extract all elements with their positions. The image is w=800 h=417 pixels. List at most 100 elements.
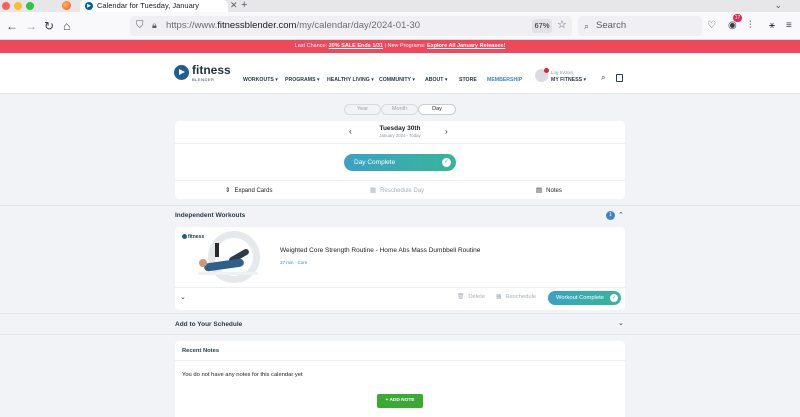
workout-complete-button[interactable]: Workout Complete ✓ (548, 291, 621, 305)
firefox-view-icon[interactable] (62, 1, 71, 10)
day-complete-label: Day Complete (354, 159, 396, 166)
tab-close-icon[interactable]: ✕ (230, 0, 238, 11)
url-text[interactable]: https://www.fitnessblender.com/my/calend… (166, 20, 420, 32)
thumb-dumbbell (215, 243, 219, 257)
divider (0, 313, 800, 314)
divider (175, 180, 625, 181)
collapse-chevron-up-icon[interactable]: ⌃ (618, 211, 624, 219)
tab-list-chevron-icon[interactable]: ⌄ (774, 0, 782, 11)
forward-arrow-icon[interactable]: → (25, 19, 37, 33)
nav-about[interactable]: ABOUT ▾ (425, 77, 448, 83)
more-tools-icon[interactable]: ⫶ (749, 20, 752, 32)
divider (175, 287, 625, 288)
reschedule-day-label: Reschedule Day (380, 188, 425, 194)
nav-programs[interactable]: PROGRAMS ▾ (285, 77, 320, 83)
divider (175, 360, 625, 361)
login-hint[interactable]: Log In/Join (551, 70, 573, 75)
no-notes-message: You do not have any notes for this calen… (182, 372, 303, 378)
tab-title: Calendar for Tuesday, January (97, 1, 200, 10)
lock-icon[interactable]: 🔒︎ (152, 20, 157, 31)
my-fitness-menu[interactable]: MY FITNESS ▾ (551, 77, 586, 83)
nav-membership[interactable]: MEMBERSHIP (487, 77, 522, 83)
site-favicon-icon: ▶ (85, 2, 93, 10)
notification-dot (544, 68, 549, 73)
cart-icon[interactable] (616, 74, 623, 82)
day-complete-button[interactable]: Day Complete ✓ (344, 154, 456, 171)
tab-month[interactable]: Month (381, 104, 418, 115)
reload-icon[interactable]: ↻ (44, 19, 54, 33)
tracking-shield-icon[interactable]: ⛉ (136, 20, 144, 31)
calendar-icon: ▦ (496, 294, 502, 300)
nav-workouts[interactable]: WORKOUTS ▾ (243, 77, 278, 83)
add-to-schedule-title[interactable]: Add to Your Schedule (175, 321, 242, 328)
site-search-icon[interactable]: ⌕ (601, 73, 605, 83)
add-note-button[interactable]: + ADD NOTE (377, 394, 423, 408)
window-close-button[interactable] (2, 2, 10, 10)
promo-programs-link[interactable]: Explore All January Releases! (427, 43, 505, 49)
zoom-level-badge[interactable]: 67% (532, 19, 552, 33)
divider (175, 143, 625, 144)
url-bar[interactable]: ⛉ 🔒︎ https://www.fitnessblender.com/my/c… (130, 16, 572, 36)
promo-sale-link[interactable]: 20% SALE Ends 1/31 (329, 43, 383, 49)
promo-middle-text: | New Programs: (383, 43, 427, 49)
reschedule-workout-button[interactable]: ▦ Reschedule (496, 294, 536, 300)
browser-search-input[interactable]: ⌕ Search (578, 16, 702, 36)
delete-label: Delete (468, 294, 486, 300)
divider (0, 205, 800, 206)
promo-banner: Last Chance: 20% SALE Ends 1/31 | New Pr… (0, 40, 800, 53)
delete-workout-button[interactable]: 🗑︎ Delete (457, 294, 485, 300)
promo-lead-text: Last Chance: (294, 43, 329, 49)
browser-tab-bar: ▶ Calendar for Tuesday, January ✕ + ⌄ (0, 0, 800, 12)
date-subtitle: January 2024 - Today (379, 133, 421, 138)
nav-community[interactable]: COMMUNITY ▾ (379, 77, 415, 83)
workout-meta: 37 min · Core (280, 260, 308, 265)
expand-chevron-down-icon[interactable]: ⌄ (618, 319, 624, 327)
tab-year[interactable]: Year (344, 104, 381, 115)
expand-cards-label: Expand Cards (234, 188, 273, 194)
window-minimize-button[interactable] (14, 2, 22, 10)
search-icon: ⌕ (584, 21, 590, 31)
tab-day[interactable]: Day (418, 104, 456, 115)
nav-healthy-living[interactable]: HEALTHY LIVING ▾ (327, 77, 374, 83)
fitness-blender-logo-icon[interactable] (174, 65, 189, 80)
notes-button[interactable]: ▤ Notes (536, 186, 562, 194)
workout-count-badge: 1 (606, 211, 615, 220)
browser-tab-active[interactable]: ▶ Calendar for Tuesday, January (80, 0, 228, 12)
previous-day-chevron-icon[interactable]: ‹ (349, 127, 352, 136)
reschedule-day-button[interactable]: ▦ Reschedule Day (370, 186, 424, 194)
expand-cards-button[interactable]: ⇕ Expand Cards (225, 186, 272, 194)
check-icon: ✓ (610, 294, 618, 302)
check-icon: ✓ (442, 158, 451, 167)
search-placeholder: Search (596, 20, 627, 31)
logo-subtext: BLENDER (192, 77, 215, 82)
next-day-chevron-icon[interactable]: › (445, 127, 448, 136)
bookmark-star-icon[interactable]: ☆ (557, 18, 567, 31)
note-icon: ▤ (536, 187, 543, 194)
pocket-icon[interactable]: ♡ (707, 20, 716, 32)
thumbnail-logo: fitness (182, 234, 204, 240)
extension-badge: 17 (733, 14, 742, 22)
extensions-puzzle-icon[interactable]: ⚹ (769, 20, 775, 32)
thumb-head (199, 259, 207, 267)
notes-label: Notes (546, 188, 562, 194)
expand-chevron-down-icon[interactable]: ⌄ (180, 293, 186, 301)
new-tab-icon[interactable]: + (241, 0, 247, 11)
logo-wordmark[interactable]: fitness (192, 64, 231, 76)
trash-icon: 🗑︎ (457, 294, 465, 300)
reschedule-label: Reschedule (505, 294, 537, 300)
workout-title[interactable]: Weighted Core Strength Routine - Home Ab… (280, 247, 480, 254)
browser-nav-bar: ← → ↻ ⌂ ⛉ 🔒︎ https://www.fitnessblender.… (0, 12, 800, 40)
recent-notes-title: Recent Notes (182, 348, 220, 354)
nav-store[interactable]: STORE (459, 77, 477, 83)
date-title: Tuesday 30th (379, 125, 421, 132)
expand-arrows-icon: ⇕ (225, 187, 231, 194)
workout-complete-label: Workout Complete (556, 295, 604, 301)
calendar-icon: ▦ (370, 187, 377, 194)
thumb-shadow (198, 272, 258, 275)
back-arrow-icon[interactable]: ← (6, 19, 18, 33)
site-header: fitness BLENDER (0, 53, 800, 94)
app-menu-icon[interactable]: ≡ (786, 20, 792, 32)
window-maximize-button[interactable] (26, 2, 34, 10)
divider (0, 334, 800, 335)
home-icon[interactable]: ⌂ (63, 19, 70, 33)
